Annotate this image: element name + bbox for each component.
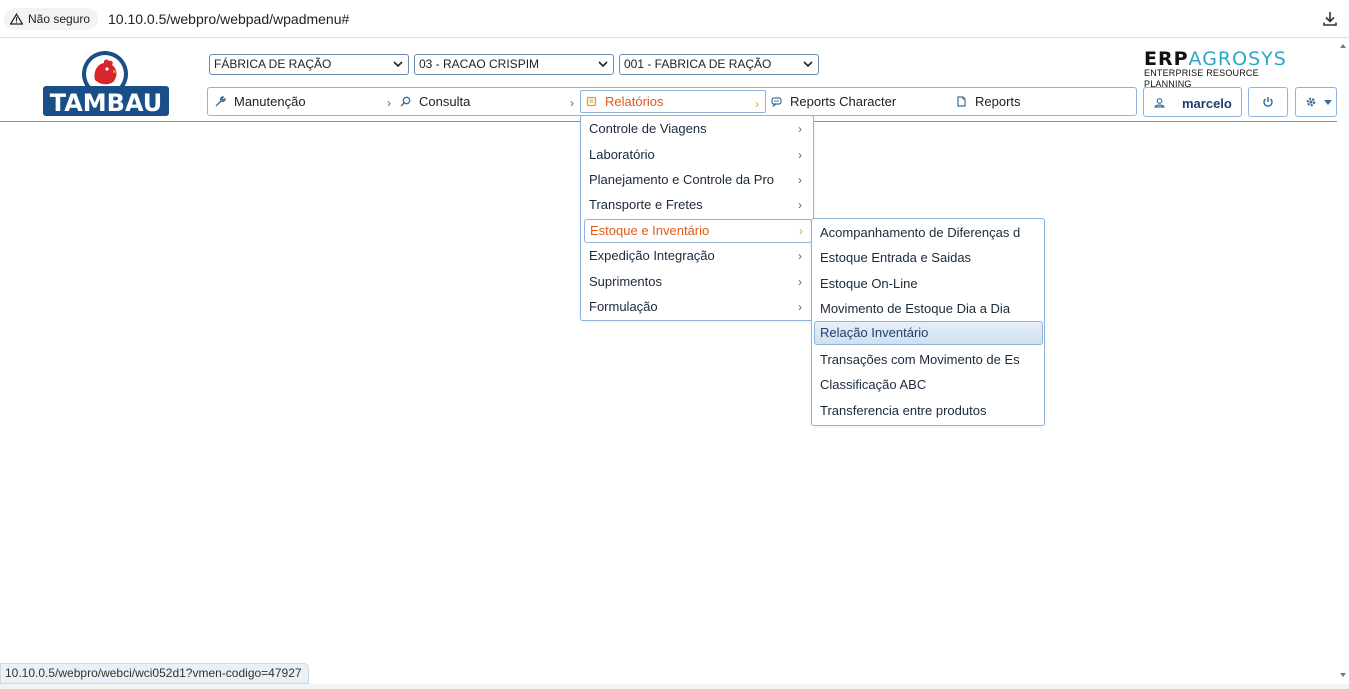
settings-button[interactable] bbox=[1295, 87, 1337, 117]
chat-icon bbox=[771, 97, 782, 107]
chevron-down-icon bbox=[393, 61, 403, 68]
brand-agrosys: AGROSYS bbox=[1188, 48, 1287, 70]
warning-icon bbox=[10, 13, 23, 25]
submenu-item-label: Estoque Entrada e Saidas bbox=[820, 250, 972, 265]
menu-item-expedicao[interactable]: Expedição Integração › bbox=[584, 244, 810, 268]
menu-item-label: Controle de Viagens bbox=[589, 121, 707, 136]
unit-select[interactable]: 03 - RACAO CRISPIM bbox=[414, 54, 614, 75]
menu-reports-character[interactable]: Reports Character bbox=[771, 88, 951, 115]
chevron-right-icon: › bbox=[798, 300, 802, 314]
menu-reports[interactable]: Reports bbox=[956, 88, 1136, 115]
menu-reports-label: Reports bbox=[975, 94, 1021, 109]
scroll-up-icon[interactable] bbox=[1340, 44, 1346, 48]
chevron-right-icon: › bbox=[570, 96, 574, 110]
company-select-value: FÁBRICA DE RAÇÃO bbox=[214, 57, 332, 71]
main-menubar: Manutenção › Consulta › Relatórios › Rep… bbox=[207, 87, 1137, 116]
security-indicator[interactable]: Não seguro bbox=[4, 8, 99, 30]
caret-down-icon bbox=[1324, 100, 1332, 105]
tambau-logo[interactable]: TAMBAU bbox=[41, 50, 171, 118]
user-icon bbox=[1154, 98, 1165, 108]
menu-item-controle-viagens[interactable]: Controle de Viagens › bbox=[584, 117, 810, 141]
chevron-down-icon bbox=[803, 61, 813, 68]
scroll-down-icon[interactable] bbox=[1340, 673, 1346, 677]
branch-select[interactable]: 001 - FABRICA DE RAÇÃO bbox=[619, 54, 819, 75]
chevron-right-icon: › bbox=[798, 148, 802, 162]
power-icon bbox=[1263, 97, 1273, 107]
report-icon bbox=[586, 96, 597, 107]
menu-manutencao-label: Manutenção bbox=[234, 94, 306, 109]
submenu-item-label: Relação Inventário bbox=[820, 325, 929, 340]
chevron-right-icon: › bbox=[798, 198, 802, 212]
menu-item-label: Transporte e Fretes bbox=[589, 197, 703, 212]
submenu-item-label: Transferencia entre produtos bbox=[820, 403, 987, 418]
menu-item-label: Suprimentos bbox=[589, 274, 662, 289]
menu-consulta[interactable]: Consulta › bbox=[400, 88, 580, 115]
submenu-item-entrada-saidas[interactable]: Estoque Entrada e Saidas bbox=[815, 246, 1041, 270]
gear-icon bbox=[1306, 97, 1316, 107]
chevron-right-icon: › bbox=[799, 224, 803, 238]
menu-item-transporte[interactable]: Transporte e Fretes › bbox=[584, 193, 810, 217]
menu-reports-character-label: Reports Character bbox=[790, 94, 897, 109]
status-url-preview: 10.10.0.5/webpro/webci/wci052d1?vmen-cod… bbox=[0, 663, 309, 684]
wrench-icon bbox=[215, 96, 226, 107]
relatorios-dropdown: Controle de Viagens › Laboratório › Planej… bbox=[580, 115, 814, 321]
submenu-item-label: Transações com Movimento de Es bbox=[820, 352, 1020, 367]
logo-text: TAMBAU bbox=[50, 89, 163, 117]
document-icon bbox=[957, 96, 966, 107]
window-bottom-edge bbox=[0, 684, 1349, 689]
submenu-item-label: Acompanhamento de Diferenças d bbox=[820, 225, 1021, 240]
submenu-item-label: Movimento de Estoque Dia a Dia bbox=[820, 301, 1011, 316]
chevron-right-icon: › bbox=[798, 275, 802, 289]
menu-consulta-label: Consulta bbox=[419, 94, 471, 109]
chevron-right-icon: › bbox=[798, 122, 802, 136]
submenu-item-label: Classificação ABC bbox=[820, 377, 927, 392]
submenu-item-transacoes[interactable]: Transações com Movimento de Es bbox=[815, 348, 1041, 372]
menu-item-suprimentos[interactable]: Suprimentos › bbox=[584, 270, 810, 294]
submenu-item-label: Estoque On-Line bbox=[820, 276, 918, 291]
estoque-submenu: Acompanhamento de Diferenças d Estoque E… bbox=[811, 218, 1045, 426]
menu-item-label: Expedição Integração bbox=[589, 248, 715, 263]
user-name: marcelo bbox=[1182, 96, 1232, 111]
submenu-item-acompanhamento[interactable]: Acompanhamento de Diferenças d bbox=[815, 221, 1041, 245]
download-icon[interactable] bbox=[1321, 10, 1339, 28]
submenu-item-on-line[interactable]: Estoque On-Line bbox=[815, 272, 1041, 296]
browser-address-bar: Não seguro 10.10.0.5/webpro/webpad/wpadm… bbox=[0, 0, 1349, 38]
chevron-right-icon: › bbox=[387, 96, 391, 110]
submenu-item-relacao-inventario[interactable]: Relação Inventário bbox=[814, 321, 1043, 345]
menu-relatorios[interactable]: Relatórios › bbox=[580, 90, 766, 113]
submenu-item-classificacao-abc[interactable]: Classificação ABC bbox=[815, 373, 1041, 397]
search-icon bbox=[400, 96, 411, 107]
menu-item-label: Estoque e Inventário bbox=[590, 223, 710, 238]
menu-item-planejamento[interactable]: Planejamento e Controle da Pro › bbox=[584, 168, 810, 192]
logout-button[interactable] bbox=[1248, 87, 1288, 117]
menu-item-estoque-inventario[interactable]: Estoque e Inventário › bbox=[584, 219, 812, 243]
erp-agrosys-logo: ERPAGROSYS ENTERPRISE RESOURCE PLANNING bbox=[1144, 48, 1306, 90]
chevron-down-icon bbox=[598, 61, 608, 68]
chevron-right-icon: › bbox=[755, 97, 759, 111]
menu-item-label: Planejamento e Controle da Pro bbox=[589, 172, 775, 187]
submenu-item-movimento-dia[interactable]: Movimento de Estoque Dia a Dia bbox=[815, 297, 1041, 321]
menu-item-laboratorio[interactable]: Laboratório › bbox=[584, 143, 810, 167]
menu-item-label: Laboratório bbox=[589, 147, 655, 162]
address-url[interactable]: 10.10.0.5/webpro/webpad/wpadmenu# bbox=[108, 11, 349, 27]
submenu-item-transferencia[interactable]: Transferencia entre produtos bbox=[815, 399, 1041, 423]
user-button[interactable]: marcelo bbox=[1143, 87, 1242, 117]
chevron-right-icon: › bbox=[798, 249, 802, 263]
menu-relatorios-label: Relatórios bbox=[605, 94, 664, 109]
security-label: Não seguro bbox=[28, 12, 91, 26]
menu-item-formulacao[interactable]: Formulação › bbox=[584, 295, 810, 319]
unit-select-value: 03 - RACAO CRISPIM bbox=[419, 57, 540, 71]
company-select[interactable]: FÁBRICA DE RAÇÃO bbox=[209, 54, 409, 75]
chevron-right-icon: › bbox=[798, 173, 802, 187]
page-scrollbar[interactable] bbox=[1337, 38, 1349, 683]
brand-erp: ERP bbox=[1144, 48, 1189, 70]
menu-item-label: Formulação bbox=[589, 299, 658, 314]
menu-manutencao[interactable]: Manutenção › bbox=[215, 88, 397, 115]
branch-select-value: 001 - FABRICA DE RAÇÃO bbox=[624, 57, 772, 71]
